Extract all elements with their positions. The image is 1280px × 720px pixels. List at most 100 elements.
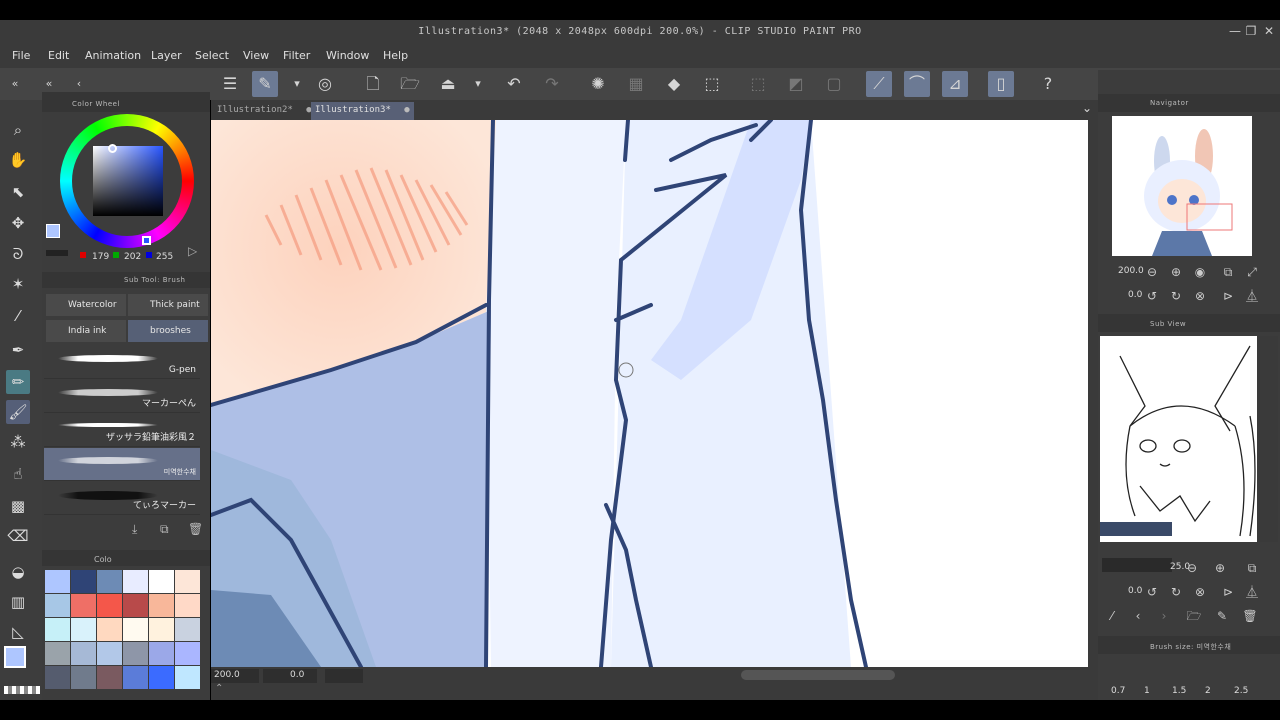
eyedropper-icon[interactable]: ⁄ — [1104, 608, 1120, 624]
spiral-icon[interactable]: ◎ — [312, 71, 338, 97]
color-swatch[interactable] — [149, 642, 174, 665]
reset-rotate-icon[interactable]: ⊗ — [1192, 288, 1208, 304]
color-swatch[interactable] — [71, 642, 96, 665]
expand-icon[interactable]: ⌃ — [215, 683, 223, 694]
zoom-out-icon[interactable]: ⊖ — [1144, 264, 1160, 280]
menu-filter[interactable]: Filter — [283, 49, 310, 62]
redo-icon[interactable]: ↷ — [539, 71, 565, 97]
flip-horizontal-icon[interactable]: ⊳ — [1220, 288, 1236, 304]
tab-illustration2[interactable]: Illustration2* ● — [213, 102, 316, 120]
fill-icon[interactable]: ◆ — [661, 71, 687, 97]
color-swatch[interactable] — [123, 666, 148, 689]
chevron-down-icon[interactable]: ▾ — [284, 71, 310, 97]
vertical-scrollbar[interactable] — [1088, 120, 1098, 667]
menu-edit[interactable]: Edit — [48, 49, 69, 62]
undo-icon[interactable]: ↶ — [501, 71, 527, 97]
color-swatch[interactable] — [175, 594, 200, 617]
figure-icon[interactable]: ◺ — [6, 620, 30, 644]
move-icon[interactable]: ✥ — [6, 211, 30, 235]
color-swatch[interactable] — [97, 570, 122, 593]
menu-file[interactable]: File — [12, 49, 30, 62]
tab-illustration3[interactable]: Illustration3* ● — [311, 102, 414, 120]
tablet-icon[interactable]: ▯ — [988, 71, 1014, 97]
brush-size-option[interactable]: 2 — [1205, 686, 1211, 696]
magic-wand-icon[interactable]: ✶ — [6, 272, 30, 296]
brush-group-thick-paint[interactable]: Thick paint — [128, 294, 208, 316]
color-swatch[interactable] — [175, 570, 200, 593]
grid-snap-icon[interactable]: ⊿ — [942, 71, 968, 97]
import-icon[interactable]: ⤓ — [132, 522, 137, 537]
deselect-icon[interactable]: ⬚ — [745, 71, 771, 97]
color-picker-handle[interactable] — [108, 144, 117, 153]
edit-icon[interactable]: ✎ — [1214, 608, 1230, 624]
pencil-icon[interactable]: ✏ — [6, 370, 30, 394]
delete-icon[interactable]: 🗑 — [1242, 608, 1258, 624]
lasso-icon[interactable]: ᘐ — [6, 242, 30, 266]
duplicate-icon[interactable]: ⧉ — [160, 522, 169, 537]
menu-select[interactable]: Select — [195, 49, 229, 62]
delete-icon[interactable]: 🗑 — [188, 522, 203, 536]
new-file-icon[interactable]: 🗋 — [360, 71, 386, 97]
color-swatch[interactable] — [71, 618, 96, 641]
zoom-icon[interactable]: ⌕ — [6, 118, 30, 142]
zoom-in-icon[interactable]: ⊕ — [1168, 264, 1184, 280]
color-swatch[interactable] — [71, 570, 96, 593]
loading-icon[interactable]: ✺ — [585, 71, 611, 97]
main-color-chip[interactable] — [46, 224, 60, 238]
hue-handle[interactable] — [142, 236, 151, 245]
brush-item[interactable]: てぃろマーカー — [44, 482, 200, 515]
color-swatch[interactable] — [97, 666, 122, 689]
zoom-field[interactable]: 200.0 — [211, 669, 259, 683]
flip-vertical-icon[interactable]: ⏅ — [1244, 584, 1260, 600]
menu-animation[interactable]: Animation — [85, 49, 141, 62]
brush-item[interactable]: 미역한수채 — [44, 448, 200, 481]
brush-size-option[interactable]: 1 — [1144, 686, 1150, 696]
color-swatch[interactable] — [71, 594, 96, 617]
brush-group-india-ink[interactable]: India ink — [46, 320, 126, 342]
hand-icon[interactable]: ✋ — [6, 148, 30, 172]
color-swatch[interactable] — [175, 666, 200, 689]
brush-item[interactable]: G-pen — [44, 346, 200, 379]
operation-icon[interactable]: ⬉ — [6, 180, 30, 204]
brush-size-option[interactable]: 2.5 — [1234, 686, 1248, 696]
actual-size-icon[interactable]: ⤢ — [1244, 264, 1260, 280]
rotate-field[interactable]: 0.0 — [287, 669, 317, 683]
gradient-icon[interactable]: ▥ — [6, 590, 30, 614]
horizontal-scrollbar[interactable] — [741, 670, 895, 680]
hamburger-menu-icon[interactable]: ☰ — [217, 71, 243, 97]
color-swatch[interactable] — [175, 618, 200, 641]
airbrush-icon[interactable]: ⁂ — [6, 430, 30, 454]
close-tab-icon[interactable]: ● — [404, 105, 409, 115]
menu-window[interactable]: Window — [326, 49, 369, 62]
color-swatch[interactable] — [175, 642, 200, 665]
color-swatch[interactable] — [97, 642, 122, 665]
flip-vertical-icon[interactable]: ⏅ — [1244, 288, 1260, 304]
transparent-color-icon[interactable] — [4, 686, 40, 694]
brush-group-brooshes[interactable]: brooshes — [128, 320, 208, 342]
color-swatch[interactable] — [97, 594, 122, 617]
color-swatch[interactable] — [97, 618, 122, 641]
color-swatch[interactable] — [45, 594, 70, 617]
color-swatch[interactable] — [45, 618, 70, 641]
color-swatch[interactable] — [45, 666, 70, 689]
sub-view-zoom-slider[interactable] — [1102, 558, 1172, 572]
zoom-slider[interactable] — [263, 669, 289, 683]
window-fit-icon[interactable]: ⧉ — [1220, 264, 1236, 280]
rotate-slider[interactable] — [325, 669, 363, 683]
close-button[interactable]: ✕ — [1258, 24, 1280, 38]
open-folder-icon[interactable]: 🗁 — [1186, 608, 1202, 624]
menu-help[interactable]: Help — [383, 49, 408, 62]
rotate-left-icon[interactable]: ↺ — [1144, 288, 1160, 304]
edit-tool-icon[interactable]: ✎ — [252, 71, 278, 97]
navigator-preview[interactable] — [1112, 116, 1252, 256]
play-icon[interactable]: ▷ — [188, 244, 197, 258]
layer-icon[interactable]: ▦ — [623, 71, 649, 97]
color-swatch[interactable] — [149, 618, 174, 641]
save-icon[interactable]: ⏏ — [435, 71, 461, 97]
eraser-icon[interactable]: ⌫ — [6, 524, 30, 548]
color-swatch[interactable] — [71, 666, 96, 689]
rotate-right-icon[interactable]: ↻ — [1168, 288, 1184, 304]
special-ruler-icon[interactable]: ⌒ — [904, 71, 930, 97]
brush-size-option[interactable]: 1.5 — [1172, 686, 1186, 696]
chevron-down-icon[interactable]: ⌄ — [1082, 101, 1092, 115]
